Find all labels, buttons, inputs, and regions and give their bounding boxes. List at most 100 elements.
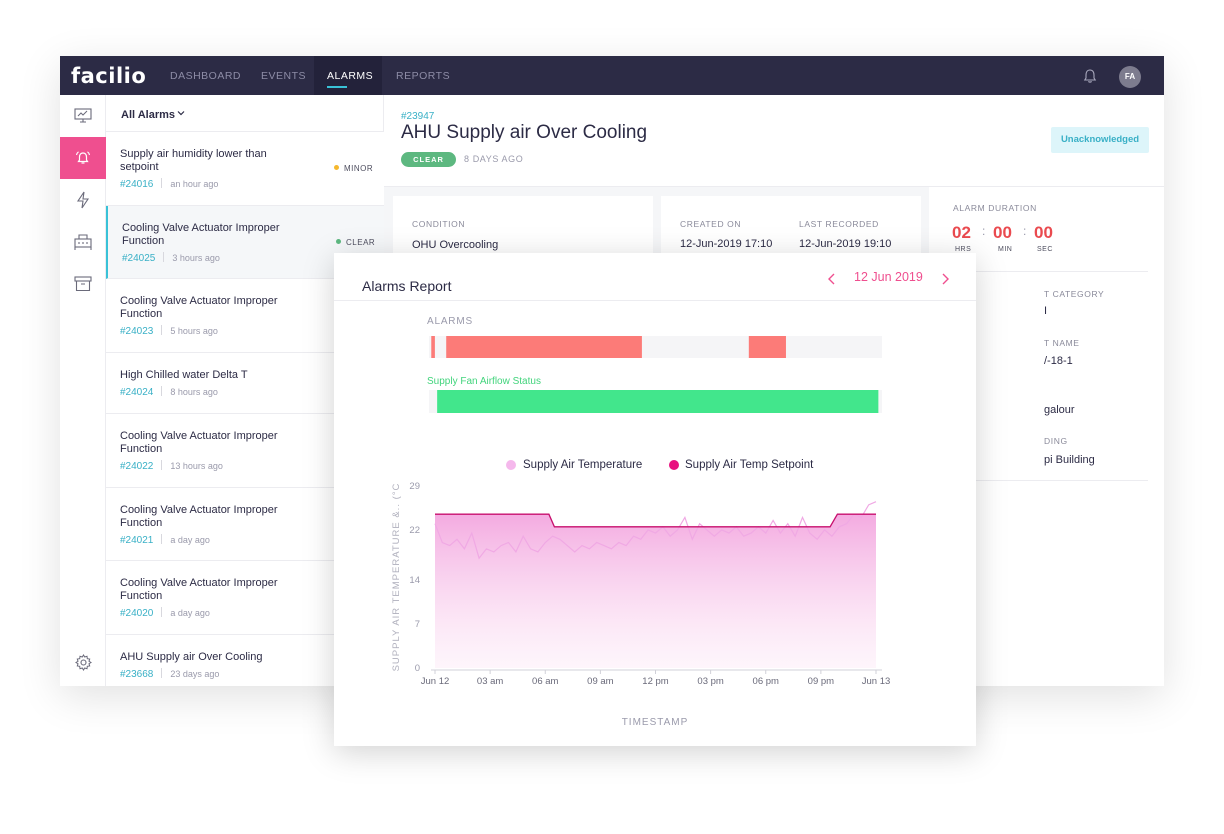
alarms-timeline-label: ALARMS bbox=[427, 316, 473, 327]
archive-icon bbox=[74, 276, 92, 292]
duration-label: ALARM DURATION bbox=[953, 203, 1037, 213]
alarm-meta: #24024 8 hours ago bbox=[120, 386, 218, 398]
alarm-id[interactable]: #24022 bbox=[120, 461, 153, 472]
rail-energy[interactable] bbox=[60, 179, 106, 221]
nav-events[interactable]: EVENTS bbox=[261, 70, 306, 82]
alarm-id[interactable]: #24016 bbox=[120, 179, 153, 190]
acknowledge-button[interactable]: Unacknowledged bbox=[1051, 127, 1149, 153]
alarms-report-panel: Alarms Report 12 Jun 2019 ALARMS Supply F… bbox=[334, 253, 976, 746]
alarm-id[interactable]: #24025 bbox=[122, 253, 155, 264]
alarm-segment[interactable] bbox=[431, 336, 435, 358]
alarm-segment[interactable] bbox=[748, 336, 786, 358]
separator bbox=[161, 178, 163, 188]
last-recorded-value: 12-Jun-2019 19:10 bbox=[799, 238, 892, 250]
lightning-icon bbox=[76, 191, 90, 209]
alarm-time: a day ago bbox=[170, 608, 210, 618]
alarm-filter-dropdown[interactable]: All Alarms bbox=[121, 109, 175, 121]
fan-segment[interactable] bbox=[437, 390, 879, 413]
duration-hours-unit: HRS bbox=[955, 246, 972, 253]
separator bbox=[161, 668, 163, 678]
legend-marker[interactable] bbox=[669, 460, 679, 470]
legend-label: Supply Air Temperature bbox=[523, 459, 642, 471]
legend-label: Supply Air Temp Setpoint bbox=[685, 459, 814, 471]
fan-status-label: Supply Fan Airflow Status bbox=[427, 376, 541, 387]
asset-label: T NAME bbox=[1044, 338, 1080, 348]
separator bbox=[161, 534, 163, 544]
alarm-segment[interactable] bbox=[446, 336, 642, 358]
location-value: galour bbox=[1044, 404, 1075, 416]
legend-marker[interactable] bbox=[506, 460, 516, 470]
alarm-id[interactable]: #24023 bbox=[120, 326, 153, 337]
separator bbox=[163, 252, 165, 262]
severity-dot bbox=[336, 239, 341, 244]
x-tick-label: 06 pm bbox=[753, 676, 779, 687]
top-navbar: facilio DASHBOARD EVENTS ALARMS REPORTS … bbox=[60, 56, 1164, 95]
alarm-time: 13 hours ago bbox=[170, 461, 223, 471]
rail-dashboard[interactable] bbox=[60, 95, 106, 137]
severity-text: MINOR bbox=[344, 164, 374, 173]
alarm-meta: #24016 an hour ago bbox=[120, 178, 218, 190]
alarm-time: 23 days ago bbox=[170, 669, 220, 679]
nav-active-underline bbox=[327, 86, 347, 88]
alarm-time: a day ago bbox=[170, 535, 210, 545]
alarm-icon bbox=[75, 151, 91, 164]
alarm-meta: #24020 a day ago bbox=[120, 607, 210, 619]
duration-seconds: 00 bbox=[1034, 223, 1053, 242]
status-badge: CLEAR bbox=[401, 152, 456, 167]
x-tick-label: 09 am bbox=[587, 676, 613, 687]
alarm-meta: #24023 5 hours ago bbox=[120, 325, 218, 337]
bell-icon[interactable] bbox=[1082, 68, 1098, 84]
alarm-id[interactable]: #24024 bbox=[120, 387, 153, 398]
category-label: T CATEGORY bbox=[1044, 289, 1105, 299]
asset-value: /-18-1 bbox=[1044, 355, 1073, 367]
rail-archive[interactable] bbox=[60, 263, 106, 305]
alarm-age: 8 DAYS AGO bbox=[464, 154, 524, 164]
alarm-title: Supply air humidity lower than setpoint bbox=[120, 148, 267, 173]
alarm-time: 5 hours ago bbox=[170, 326, 218, 336]
settings-gear-icon[interactable] bbox=[75, 654, 92, 671]
x-tick-label: 12 pm bbox=[642, 676, 668, 687]
alarm-list-header: All Alarms bbox=[106, 95, 384, 132]
duration-colon: : bbox=[982, 224, 986, 238]
y-tick-label: 7 bbox=[415, 619, 420, 630]
chevron-down-icon[interactable] bbox=[176, 108, 186, 118]
alarm-meta: #24021 a day ago bbox=[120, 534, 210, 546]
duration-seconds-unit: SEC bbox=[1037, 246, 1053, 253]
alarm-id[interactable]: #23668 bbox=[120, 669, 153, 680]
alarm-title: Cooling Valve Actuator Improper Function bbox=[122, 222, 280, 247]
avatar[interactable]: FA bbox=[1119, 66, 1141, 88]
building-icon bbox=[74, 234, 92, 250]
nav-reports[interactable]: REPORTS bbox=[396, 70, 450, 82]
separator bbox=[161, 386, 163, 396]
rail-assets[interactable] bbox=[60, 221, 106, 263]
page-title: AHU Supply air Over Cooling bbox=[401, 122, 648, 143]
x-tick-label: Jun 12 bbox=[421, 676, 450, 687]
list-item[interactable]: Supply air humidity lower than setpoint #… bbox=[106, 132, 384, 206]
alarm-detail-header: #23947 AHU Supply air Over Cooling CLEAR… bbox=[384, 95, 1164, 187]
x-tick-label: Jun 13 bbox=[862, 676, 891, 687]
y-tick-label: 29 bbox=[409, 481, 420, 492]
alarm-meta: #24022 13 hours ago bbox=[120, 460, 223, 472]
duration-minutes: 00 bbox=[993, 223, 1012, 242]
rail-alarms[interactable] bbox=[60, 137, 106, 179]
setpoint-area bbox=[435, 514, 876, 668]
nav-alarms[interactable]: ALARMS bbox=[327, 70, 373, 82]
alarm-time: 3 hours ago bbox=[172, 253, 220, 263]
y-axis-label: SUPPLY AIR TEMPERATURE &.. (°C bbox=[391, 483, 402, 672]
separator bbox=[161, 325, 163, 335]
separator bbox=[161, 607, 163, 617]
nav-dashboard[interactable]: DASHBOARD bbox=[170, 70, 241, 82]
building-label: DING bbox=[1044, 436, 1068, 446]
last-recorded-label: LAST RECORDED bbox=[799, 219, 879, 229]
alarm-id[interactable]: #24021 bbox=[120, 535, 153, 546]
y-tick-label: 22 bbox=[409, 525, 420, 536]
alarm-id[interactable]: #24020 bbox=[120, 608, 153, 619]
alarm-title: Cooling Valve Actuator Improper Function bbox=[120, 577, 278, 602]
building-value: pi Building bbox=[1044, 454, 1095, 466]
severity-badge: MINOR bbox=[334, 164, 373, 173]
severity-text: CLEAR bbox=[346, 238, 376, 247]
severity-dot bbox=[334, 165, 339, 170]
facilio-logo[interactable]: facilio bbox=[71, 64, 146, 88]
alarm-id: #23947 bbox=[401, 111, 435, 122]
x-tick-label: 03 am bbox=[477, 676, 503, 687]
